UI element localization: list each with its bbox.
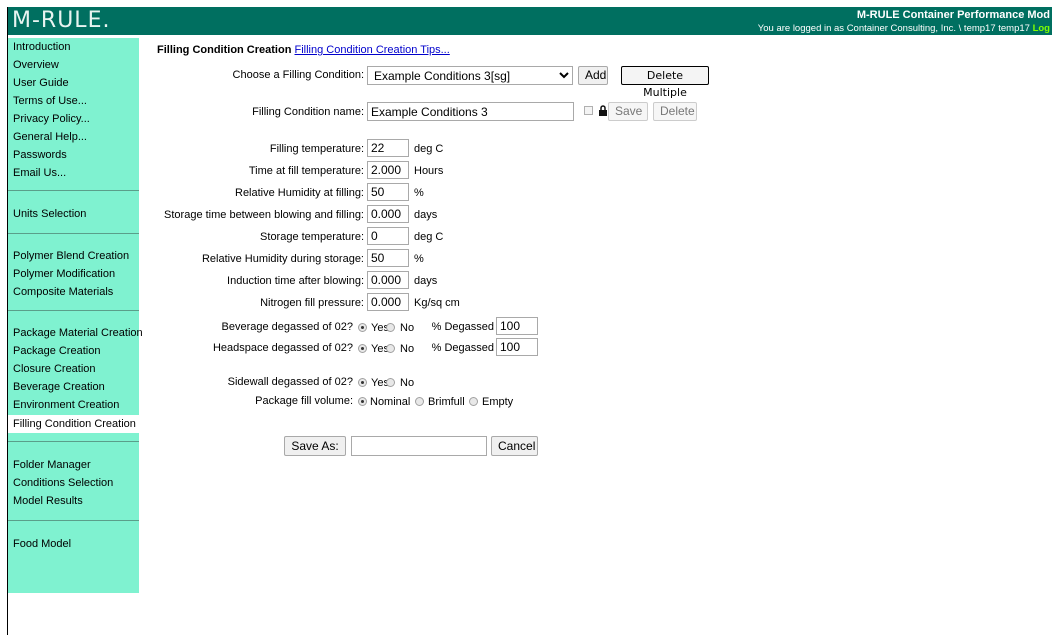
storage-time-unit: days bbox=[414, 209, 438, 221]
storage-temperature-unit: deg C bbox=[414, 231, 444, 243]
sidewall-degassed-no-label: No bbox=[400, 377, 415, 389]
app-logo: M-RULE. bbox=[12, 8, 111, 33]
sidebar-divider bbox=[8, 190, 139, 191]
sidewall-degassed-label: Sidewall degassed of 02? bbox=[227, 376, 353, 388]
rh-filling-label: Relative Humidity at filling: bbox=[235, 187, 364, 199]
delete-multiple-button[interactable]: Delete Multiple bbox=[621, 66, 709, 99]
filling-temperature-label: Filling temperature: bbox=[269, 143, 364, 155]
sidebar-divider bbox=[8, 441, 139, 442]
choose-condition-label: Choose a Filling Condition: bbox=[232, 69, 364, 81]
condition-name-input[interactable] bbox=[367, 102, 574, 121]
save-button[interactable]: Save bbox=[608, 102, 648, 121]
filling-temperature-input[interactable] bbox=[367, 139, 409, 157]
login-text: You are logged in as Container Consultin… bbox=[757, 23, 1030, 34]
time-at-fill-label: Time at fill temperature: bbox=[248, 165, 364, 177]
storage-time-input[interactable] bbox=[367, 205, 409, 223]
nitrogen-pressure-label: Nitrogen fill pressure: bbox=[260, 297, 364, 309]
page-heading: Filling Condition Creation Filling Condi… bbox=[157, 44, 450, 56]
sidebar-item-units-selection[interactable]: Units Selection bbox=[13, 208, 86, 220]
sidebar-item-package-material[interactable]: Package Material Creation bbox=[13, 327, 143, 339]
sidebar-item-beverage-creation[interactable]: Beverage Creation bbox=[13, 381, 105, 393]
sidebar-item-filling-condition[interactable]: Filling Condition Creation bbox=[8, 415, 139, 433]
headspace-pct-degassed-input[interactable] bbox=[496, 338, 538, 356]
beverage-degassed-yes-radio[interactable] bbox=[358, 323, 367, 332]
sidebar: Introduction Overview User Guide Terms o… bbox=[8, 38, 143, 593]
beverage-degassed-label: Beverage degassed of 02? bbox=[221, 321, 354, 333]
sidebar-item-privacy[interactable]: Privacy Policy... bbox=[13, 113, 90, 125]
headspace-degassed-label: Headspace degassed of 02? bbox=[212, 342, 353, 354]
add-button[interactable]: Add bbox=[578, 66, 608, 85]
rh-storage-label: Relative Humidity during storage: bbox=[201, 253, 364, 265]
sidebar-item-food-model[interactable]: Food Model bbox=[13, 538, 71, 550]
save-as-button[interactable]: Save As: bbox=[284, 436, 346, 456]
app-title: M-RULE Container Performance Mod bbox=[856, 9, 1050, 21]
lock-checkbox[interactable] bbox=[584, 106, 593, 115]
headspace-degassed-no-label: No bbox=[400, 343, 415, 355]
sidebar-divider bbox=[8, 520, 139, 521]
sidebar-item-composite-materials[interactable]: Composite Materials bbox=[13, 286, 113, 298]
sidebar-divider bbox=[8, 310, 139, 311]
page-title: Filling Condition Creation bbox=[157, 44, 292, 56]
sidebar-item-passwords[interactable]: Passwords bbox=[13, 149, 67, 161]
sidebar-item-introduction[interactable]: Introduction bbox=[13, 41, 70, 53]
login-status: You are logged in as Container Consultin… bbox=[758, 23, 1050, 34]
sidebar-item-folder-manager[interactable]: Folder Manager bbox=[13, 459, 91, 471]
condition-name-label: Filling Condition name: bbox=[252, 106, 364, 118]
sidebar-item-email-us[interactable]: Email Us... bbox=[13, 167, 66, 179]
rh-storage-input[interactable] bbox=[367, 249, 409, 267]
sidebar-item-conditions-selection[interactable]: Conditions Selection bbox=[13, 477, 113, 489]
logout-link[interactable]: Log bbox=[1033, 23, 1050, 34]
fill-volume-label: Package fill volume: bbox=[255, 395, 353, 407]
time-at-fill-unit: Hours bbox=[414, 165, 444, 177]
induction-time-label: Induction time after blowing: bbox=[227, 275, 364, 287]
sidebar-item-terms[interactable]: Terms of Use... bbox=[13, 95, 87, 107]
sidewall-degassed-yes-radio[interactable] bbox=[358, 378, 367, 387]
rh-storage-unit: % bbox=[414, 253, 424, 265]
sidebar-item-general-help[interactable]: General Help... bbox=[13, 131, 87, 143]
beverage-pct-degassed-input[interactable] bbox=[496, 317, 538, 335]
filling-temperature-unit: deg C bbox=[414, 143, 444, 155]
time-at-fill-input[interactable] bbox=[367, 161, 409, 179]
sidebar-item-closure-creation[interactable]: Closure Creation bbox=[13, 363, 96, 375]
tips-link[interactable]: Filling Condition Creation Tips... bbox=[295, 44, 450, 56]
fill-volume-empty-label: Empty bbox=[482, 396, 514, 408]
nitrogen-pressure-unit: Kg/sq cm bbox=[414, 297, 460, 309]
induction-time-unit: days bbox=[414, 275, 438, 287]
app-header: M-RULE. M-RULE Container Performance Mod… bbox=[8, 7, 1052, 35]
nitrogen-pressure-input[interactable] bbox=[367, 293, 409, 311]
sidebar-item-package-creation[interactable]: Package Creation bbox=[13, 345, 100, 357]
headspace-pct-degassed-label: % Degassed bbox=[431, 342, 494, 354]
sidebar-item-polymer-modification[interactable]: Polymer Modification bbox=[13, 268, 115, 280]
fill-volume-nominal-radio[interactable] bbox=[358, 397, 367, 406]
save-as-input[interactable] bbox=[351, 436, 487, 456]
beverage-degassed-no-label: No bbox=[400, 322, 415, 334]
cancel-button[interactable]: Cancel bbox=[491, 436, 538, 456]
fill-volume-brimfull-label: Brimfull bbox=[428, 396, 465, 408]
sidebar-item-overview[interactable]: Overview bbox=[13, 59, 59, 71]
sidebar-item-polymer-blend[interactable]: Polymer Blend Creation bbox=[13, 250, 129, 262]
rh-filling-unit: % bbox=[414, 187, 424, 199]
storage-temperature-label: Storage temperature: bbox=[260, 231, 364, 243]
storage-temperature-input[interactable] bbox=[367, 227, 409, 245]
delete-button[interactable]: Delete bbox=[653, 102, 697, 121]
beverage-pct-degassed-label: % Degassed bbox=[431, 321, 494, 333]
sidebar-item-user-guide[interactable]: User Guide bbox=[13, 77, 69, 89]
headspace-degassed-yes-radio[interactable] bbox=[358, 344, 367, 353]
headspace-degassed-no-radio[interactable] bbox=[386, 344, 395, 353]
fill-volume-brimfull-radio[interactable] bbox=[415, 397, 424, 406]
sidebar-divider bbox=[8, 233, 139, 234]
storage-time-label: Storage time between blowing and filling… bbox=[164, 209, 364, 221]
induction-time-input[interactable] bbox=[367, 271, 409, 289]
sidebar-item-environment-creation[interactable]: Environment Creation bbox=[13, 399, 119, 411]
sidewall-degassed-no-radio[interactable] bbox=[386, 378, 395, 387]
sidebar-item-model-results[interactable]: Model Results bbox=[13, 495, 83, 507]
filling-condition-select[interactable]: Example Conditions 3[sg] bbox=[367, 66, 573, 85]
fill-volume-empty-radio[interactable] bbox=[469, 397, 478, 406]
rh-filling-input[interactable] bbox=[367, 183, 409, 201]
beverage-degassed-no-radio[interactable] bbox=[386, 323, 395, 332]
fill-volume-nominal-label: Nominal bbox=[370, 396, 411, 408]
